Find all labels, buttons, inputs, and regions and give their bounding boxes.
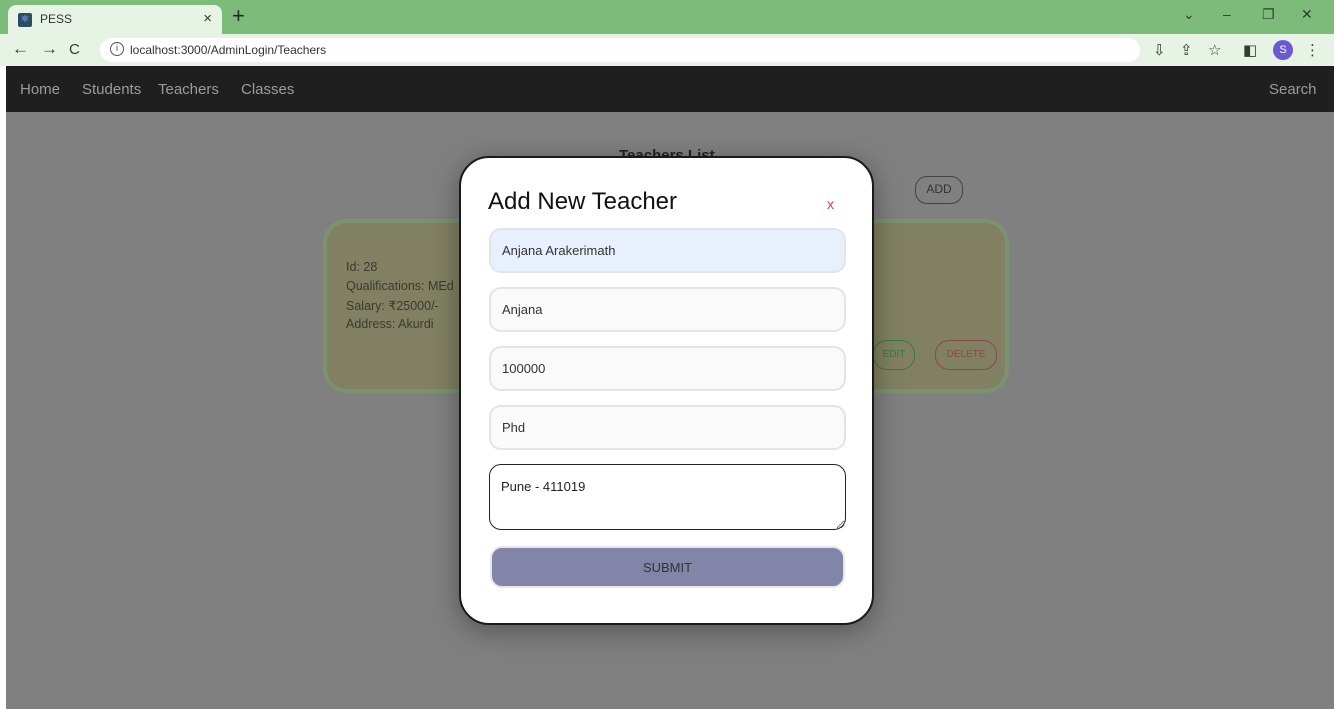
reload-icon[interactable]: C [69,41,80,58]
nav-link-search[interactable]: Search [1269,81,1317,98]
bookmark-star-icon[interactable]: ☆ [1208,41,1221,59]
info-icon[interactable]: i [110,42,124,56]
nav-link-teachers[interactable]: Teachers [158,81,219,98]
menu-icon[interactable]: ⋮ [1305,41,1320,59]
new-tab-icon[interactable]: + [232,3,245,29]
browser-tab-strip: ⚛ PESS × + ⌄ – ❐ ✕ [0,0,1334,34]
address-bar-row: ← → C i localhost:3000/AdminLogin/Teache… [0,34,1334,66]
url-input[interactable]: i localhost:3000/AdminLogin/Teachers [100,38,1140,62]
card-salary: Salary: ₹25000/- [346,299,439,313]
react-icon: ⚛ [18,13,32,27]
nav-link-students[interactable]: Students [82,81,141,98]
add-teacher-modal: Add New Teacher x Pune - 411019 SUBMIT [459,156,874,625]
modal-close-button[interactable]: x [827,196,834,212]
qualification-field[interactable] [489,405,846,450]
window-close-icon[interactable]: ✕ [1301,6,1313,23]
url-text: localhost:3000/AdminLogin/Teachers [130,43,327,57]
card-id: Id: 28 [346,260,378,274]
forward-icon[interactable]: → [41,39,58,59]
edit-button[interactable]: EDIT [873,340,915,370]
add-button[interactable]: ADD [915,176,963,204]
back-icon[interactable]: ← [12,39,29,59]
card-address: Address: Akurdi [346,317,434,331]
browser-tab[interactable]: ⚛ PESS × [8,5,222,34]
share-icon[interactable]: ⇪ [1180,41,1193,59]
side-panel-icon[interactable]: ◧ [1243,41,1257,59]
minimize-icon[interactable]: – [1223,6,1231,22]
modal-title: Add New Teacher [488,188,677,215]
card-qualifications: Qualifications: MEd [346,279,454,293]
restore-icon[interactable]: ❐ [1262,6,1275,23]
close-tab-icon[interactable]: × [203,10,212,27]
delete-button[interactable]: DELETE [935,340,997,370]
tab-search-icon[interactable]: ⌄ [1183,6,1195,23]
name-field[interactable] [489,228,846,273]
salary-field[interactable] [489,346,846,391]
nav-link-home[interactable]: Home [20,81,60,98]
username-field[interactable] [489,287,846,332]
submit-button[interactable]: SUBMIT [490,546,845,588]
tab-title: PESS [40,12,73,26]
nav-link-classes[interactable]: Classes [241,81,294,98]
install-icon[interactable]: ⇩ [1153,41,1166,59]
address-textarea[interactable]: Pune - 411019 [489,464,846,530]
profile-avatar[interactable]: S [1273,40,1293,60]
app-navbar: Home Students Teachers Classes Search [6,66,1334,112]
